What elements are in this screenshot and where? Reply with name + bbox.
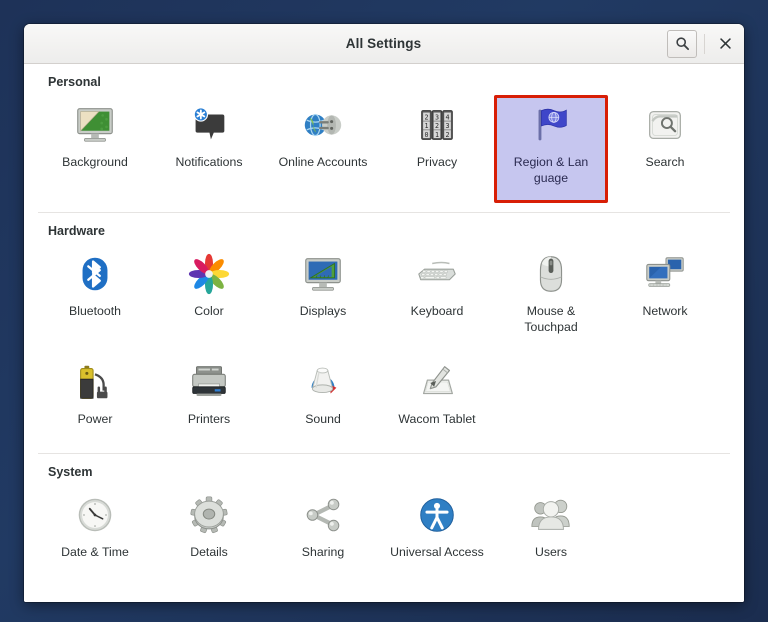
settings-grid: Date & Time [38, 485, 730, 593]
speech-bubble-icon [185, 101, 233, 149]
flag-icon [527, 101, 575, 149]
speaker-icon [299, 358, 347, 406]
settings-tile-label: Displays [300, 303, 346, 319]
monitor-wallpaper-icon [71, 101, 119, 149]
settings-tile-label: Sharing [302, 544, 344, 560]
settings-tile-label: Users [535, 544, 567, 560]
settings-tile-mouse-and-touchpad[interactable]: Mouse & Touchpad [494, 244, 608, 352]
settings-tile-keyboard[interactable]: Keyboard [380, 244, 494, 352]
close-button[interactable] [712, 30, 738, 58]
settings-tile-date-and-time[interactable]: Date & Time [38, 485, 152, 593]
settings-tile-label: Wacom Tablet [398, 411, 475, 427]
settings-tile-label: Network [642, 303, 687, 319]
bluetooth-icon [71, 250, 119, 298]
search-button[interactable] [667, 30, 697, 58]
all-settings-window: All Settings Personal [24, 24, 744, 602]
section-heading: System [38, 463, 730, 485]
globe-plug-icon [299, 101, 347, 149]
settings-tile-network[interactable]: Network [608, 244, 722, 352]
page-title: All Settings [34, 36, 667, 51]
settings-tile-label: Universal Access [390, 544, 484, 560]
settings-tile-label: Mouse & Touchpad [499, 303, 603, 335]
settings-tile-label: Search [646, 154, 685, 170]
settings-tile-label: Sound [305, 411, 341, 427]
settings-tile-label: Date & Time [61, 544, 129, 560]
svg-text:4: 4 [446, 113, 450, 121]
display-ruler-icon [299, 250, 347, 298]
clock-icon [71, 491, 119, 539]
network-monitors-icon [641, 250, 689, 298]
settings-tile-label: Details [190, 544, 228, 560]
close-icon [719, 37, 732, 50]
settings-tile-users[interactable]: Users [494, 485, 608, 593]
section-hardware: Hardware Bluetooth [38, 212, 730, 444]
settings-tile-label: Power [78, 411, 113, 427]
printer-icon [185, 358, 233, 406]
settings-tile-region-and-language[interactable]: Region & Lan guage [494, 95, 608, 203]
mouse-icon [527, 250, 575, 298]
tablet-stylus-icon [413, 358, 461, 406]
section-heading: Hardware [38, 222, 730, 244]
settings-tile-universal-access[interactable]: Universal Access [380, 485, 494, 593]
color-wheel-icon [185, 250, 233, 298]
settings-tile-displays[interactable]: Displays [266, 244, 380, 352]
settings-tile-privacy[interactable]: 210 321 432 Privacy [380, 95, 494, 203]
svg-text:3: 3 [435, 113, 439, 121]
settings-tile-online-accounts[interactable]: Online Accounts [266, 95, 380, 203]
settings-tile-label: Region & Lan guage [499, 154, 603, 186]
accessibility-icon [413, 491, 461, 539]
search-icon [675, 36, 690, 51]
settings-tile-label: Keyboard [411, 303, 464, 319]
settings-tile-printers[interactable]: Printers [152, 352, 266, 444]
svg-text:2: 2 [446, 131, 450, 139]
share-nodes-icon [299, 491, 347, 539]
gear-icon [185, 491, 233, 539]
settings-tile-label: Printers [188, 411, 230, 427]
settings-tile-sharing[interactable]: Sharing [266, 485, 380, 593]
section-personal: Personal [38, 64, 730, 203]
svg-text:3: 3 [446, 122, 450, 130]
settings-tile-power[interactable]: Power [38, 352, 152, 444]
settings-content: Personal [24, 64, 744, 602]
battery-plug-icon [71, 358, 119, 406]
combination-lock-icon: 210 321 432 [413, 101, 461, 149]
settings-tile-sound[interactable]: Sound [266, 352, 380, 444]
settings-tile-details[interactable]: Details [152, 485, 266, 593]
svg-text:0: 0 [424, 131, 428, 139]
settings-grid: Background [38, 95, 730, 203]
section-system: System [38, 453, 730, 593]
settings-grid: Bluetooth [38, 244, 730, 444]
settings-tile-label: Notifications [176, 154, 243, 170]
settings-tile-label: Bluetooth [69, 303, 121, 319]
section-heading: Personal [38, 73, 730, 95]
settings-tile-label: Color [194, 303, 223, 319]
settings-tile-bluetooth[interactable]: Bluetooth [38, 244, 152, 352]
settings-tile-search[interactable]: Search [608, 95, 722, 203]
titlebar-divider [704, 34, 705, 54]
svg-text:2: 2 [435, 122, 439, 130]
svg-text:1: 1 [435, 131, 439, 139]
settings-tile-background[interactable]: Background [38, 95, 152, 203]
search-square-icon [641, 101, 689, 149]
settings-tile-label: Privacy [417, 154, 457, 170]
window-titlebar: All Settings [24, 24, 744, 64]
svg-text:2: 2 [424, 113, 428, 121]
settings-tile-wacom-tablet[interactable]: Wacom Tablet [380, 352, 494, 444]
settings-tile-label: Online Accounts [279, 154, 368, 170]
keyboard-icon [413, 250, 461, 298]
settings-tile-notifications[interactable]: Notifications [152, 95, 266, 203]
svg-text:1: 1 [424, 122, 428, 130]
settings-tile-color[interactable]: Color [152, 244, 266, 352]
users-icon [527, 491, 575, 539]
settings-tile-label: Background [62, 154, 128, 170]
